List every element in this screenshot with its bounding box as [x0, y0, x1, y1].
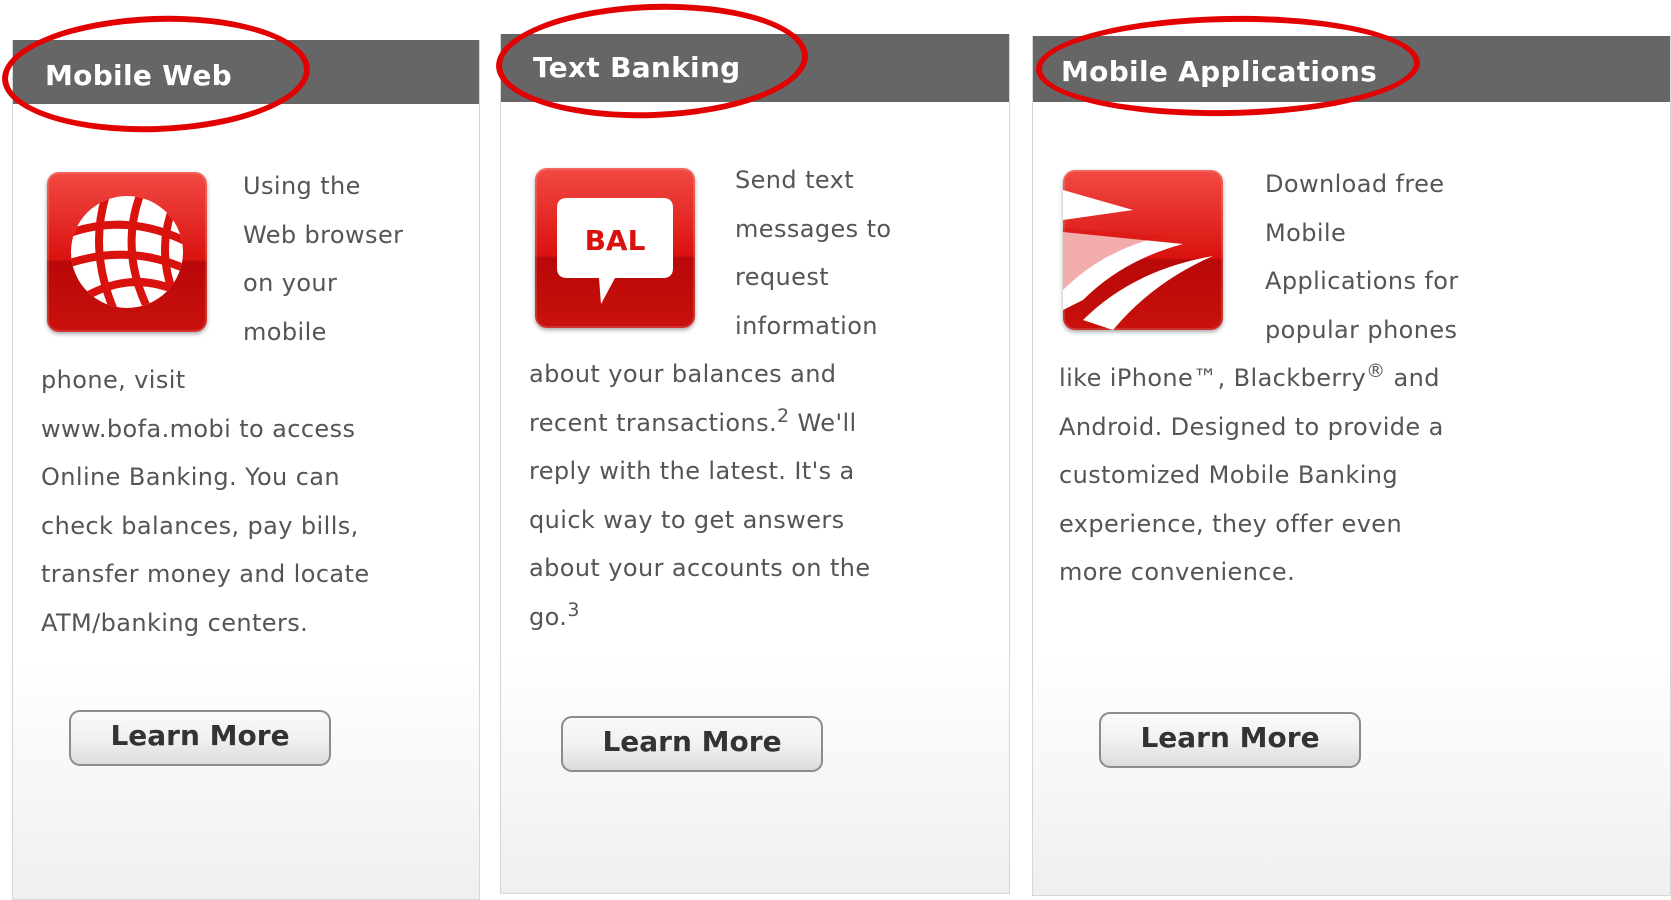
text-line: recent transactions.2 We'll — [529, 399, 871, 448]
speech-bubble-icon: BAL — [535, 168, 695, 328]
text-line: Send text — [735, 166, 855, 194]
footnote-3: 3 — [567, 598, 580, 621]
card-description-continued: about your balances and recent transacti… — [529, 350, 871, 641]
card-title: Text Banking — [533, 51, 741, 84]
card-mobile-web: Mobile Web Using the Web browser on your… — [12, 40, 480, 900]
learn-more-button[interactable]: Learn More — [561, 716, 823, 772]
card-header: Mobile Applications — [1033, 36, 1670, 102]
text-line: more convenience. — [1059, 558, 1296, 586]
icon-label: BAL — [585, 224, 646, 257]
text-line: mobile — [243, 317, 327, 346]
card-text-banking: Text Banking BAL Send text messages to r… — [500, 34, 1010, 894]
text-fragment: and — [1385, 364, 1440, 392]
registered-mark: ® — [1366, 360, 1386, 382]
learn-more-button[interactable]: Learn More — [69, 710, 331, 766]
text-line: popular phones — [1265, 315, 1458, 344]
text-line: experience, they offer even — [1059, 509, 1403, 538]
text-line: check balances, pay bills, — [41, 511, 359, 540]
card-description-continued: phone, visit www.bofa.mobi to access Onl… — [41, 356, 370, 647]
card-title: Mobile Applications — [1061, 55, 1378, 88]
text-line: about your accounts on the — [529, 554, 871, 582]
text-line: Online Banking. You can — [41, 463, 341, 491]
card-header: Mobile Web — [13, 40, 479, 104]
text-line: reply with the latest. It's a — [529, 457, 855, 485]
text-line: on your — [243, 269, 338, 297]
text-line: information — [735, 311, 878, 340]
text-fragment: go. — [529, 602, 568, 631]
card-description-continued: like iPhone™, Blackberry® and Android. D… — [1059, 354, 1444, 597]
footnote-2: 2 — [777, 404, 790, 427]
text-line: messages to — [735, 214, 892, 243]
text-fragment: We'll — [789, 408, 857, 437]
globe-icon — [47, 172, 207, 332]
text-line: request — [735, 263, 830, 291]
learn-more-button[interactable]: Learn More — [1099, 712, 1361, 768]
card-title: Mobile Web — [45, 59, 232, 92]
card-description: Send text messages to request informatio… — [735, 156, 892, 350]
card-header: Text Banking — [501, 34, 1009, 102]
card-description: Download free Mobile Applications for po… — [1265, 160, 1459, 354]
text-line: phone, visit — [41, 366, 186, 394]
text-line: go.3 — [529, 593, 871, 642]
text-line: www.bofa.mobi to access — [41, 414, 356, 443]
text-line: Web browser — [243, 220, 404, 249]
text-line: ATM/banking centers. — [41, 608, 309, 637]
text-line: Mobile — [1265, 218, 1347, 247]
text-line: quick way to get answers — [529, 505, 845, 534]
text-fragment: like iPhone™, Blackberry — [1059, 364, 1367, 392]
text-line: like iPhone™, Blackberry® and — [1059, 354, 1444, 403]
card-description: Using the Web browser on your mobile — [243, 162, 403, 356]
text-line: transfer money and locate — [41, 560, 370, 588]
text-fragment: recent transactions. — [529, 408, 778, 437]
text-line: Using the — [243, 172, 361, 200]
text-line: about your balances and — [529, 360, 837, 388]
flag-logo-icon — [1063, 170, 1223, 330]
text-line: customized Mobile Banking — [1059, 461, 1399, 489]
text-line: Applications for — [1265, 267, 1459, 295]
text-line: Android. Designed to provide a — [1059, 412, 1444, 441]
card-mobile-applications: Mobile Applications Download free Mobile… — [1032, 36, 1671, 896]
text-line: Download free — [1265, 170, 1445, 198]
